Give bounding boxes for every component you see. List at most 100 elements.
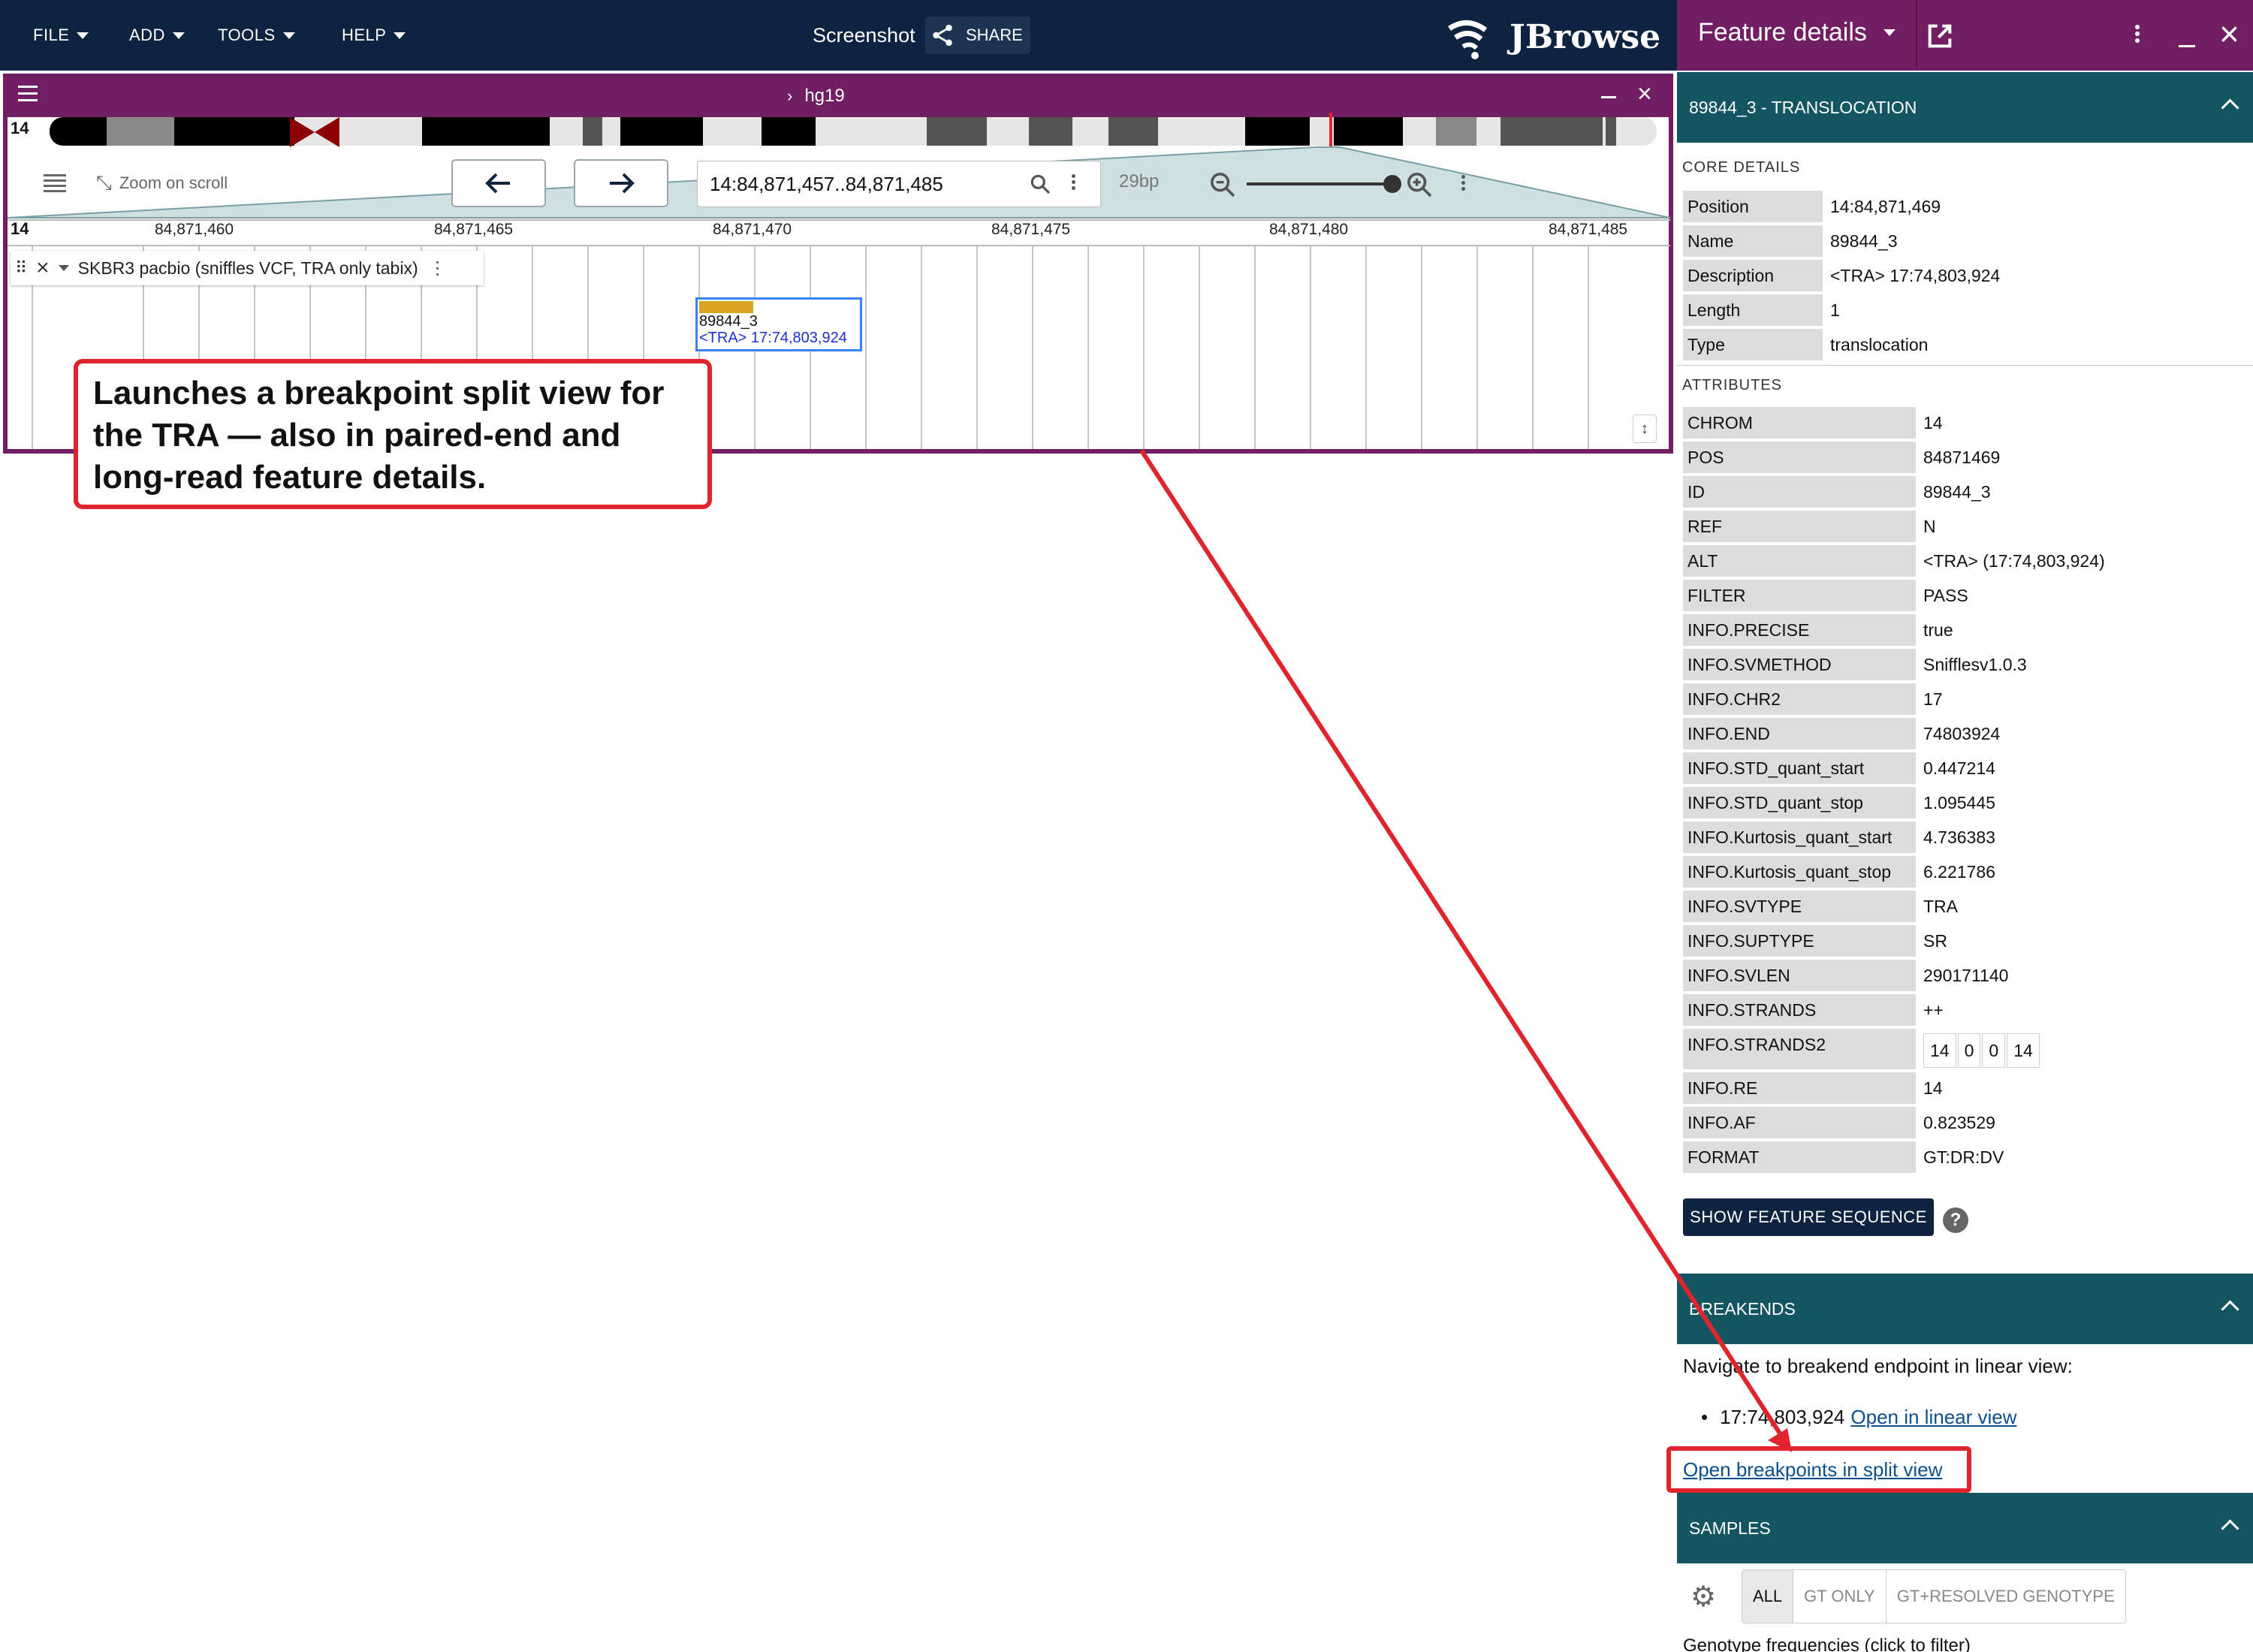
attribute-value: true bbox=[1923, 620, 1953, 640]
location-search-input[interactable]: 14:84,871,457..84,871,485 bbox=[697, 161, 1101, 207]
menu-help[interactable]: HELP bbox=[342, 0, 406, 71]
menu-file[interactable]: FILE bbox=[33, 0, 89, 71]
attribute-value: 0.447214 bbox=[1923, 758, 1995, 778]
close-track-icon[interactable]: × bbox=[36, 255, 50, 281]
zoom-on-scroll-toggle[interactable]: ⤡ Zoom on scroll bbox=[96, 171, 228, 195]
grid-line bbox=[1588, 246, 1589, 449]
bp-per-view: 29bp bbox=[1119, 171, 1160, 191]
attribute-key: ALT bbox=[1683, 545, 1916, 577]
grid-line bbox=[1532, 246, 1534, 449]
close-view-icon[interactable]: × bbox=[1637, 80, 1652, 109]
location-more-icon[interactable] bbox=[1072, 172, 1075, 192]
ideogram-chrom-label: 14 bbox=[11, 119, 29, 137]
ruler-tick: 84,871,480 bbox=[1269, 221, 1349, 238]
divider bbox=[1677, 365, 2253, 366]
jbrowse-logo-icon bbox=[1448, 20, 1488, 59]
drawer-more-icon[interactable] bbox=[2135, 23, 2140, 45]
chevron-down-icon[interactable] bbox=[58, 265, 69, 271]
attribute-value: N bbox=[1923, 516, 1936, 536]
search-icon[interactable] bbox=[1028, 172, 1052, 196]
zoom-in-icon[interactable] bbox=[1404, 170, 1434, 200]
breakends-section-header[interactable]: BREAKENDS bbox=[1677, 1274, 2253, 1344]
chevron-right-icon: › bbox=[787, 86, 793, 105]
settings-gear-icon[interactable]: ⚙ bbox=[1691, 1580, 1716, 1614]
jbrowse-logo: JBrowse bbox=[1445, 14, 1670, 62]
share-button[interactable]: SHARE bbox=[925, 17, 1030, 54]
minimize-view-icon[interactable] bbox=[1601, 96, 1616, 98]
ruler-chrom-label: 14 bbox=[11, 219, 29, 238]
attribute-value: ++ bbox=[1923, 999, 1944, 1020]
samples-section-header[interactable]: SAMPLES bbox=[1677, 1493, 2253, 1563]
menu-add[interactable]: ADD bbox=[129, 0, 185, 71]
attribute-key: FILTER bbox=[1683, 580, 1916, 611]
zoom-slider-thumb[interactable] bbox=[1383, 175, 1401, 193]
core-value: <TRA> 17:74,803,924 bbox=[1830, 265, 2001, 285]
attribute-key: FORMAT bbox=[1683, 1141, 1916, 1173]
attribute-value-cells: 14 0 0 14 bbox=[1919, 1032, 2041, 1069]
minimize-drawer-icon[interactable] bbox=[2179, 45, 2195, 47]
ruler-tick: 84,871,470 bbox=[713, 221, 792, 238]
help-icon[interactable]: ? bbox=[1943, 1207, 1968, 1233]
close-drawer-icon[interactable]: × bbox=[2219, 14, 2239, 54]
track-label[interactable]: ⠿ × SKBR3 pacbio (sniffles VCF, TRA only… bbox=[11, 251, 484, 285]
drawer-header: Feature details × bbox=[1677, 0, 2253, 71]
open-in-new-icon[interactable] bbox=[1925, 21, 1955, 51]
assembly-selector[interactable]: › hg19 bbox=[787, 86, 845, 107]
genotype-frequencies-text: Genotype frequencies (click to filter) bbox=[1683, 1635, 1971, 1652]
attribute-key: ID bbox=[1683, 476, 1916, 508]
view-menu-icon[interactable] bbox=[18, 86, 38, 101]
attribute-value: 14 bbox=[1923, 412, 1943, 433]
attribute-key: INFO.STD_quant_stop bbox=[1683, 787, 1916, 818]
zoom-out-icon[interactable] bbox=[1208, 170, 1238, 200]
attribute-value: 84871469 bbox=[1923, 447, 2001, 467]
pan-left-button[interactable] bbox=[451, 159, 546, 207]
attribute-key: INFO.PRECISE bbox=[1683, 614, 1916, 646]
grid-line bbox=[1199, 246, 1200, 449]
chevron-up-icon bbox=[2221, 1518, 2239, 1538]
filter-tab-gt-resolved[interactable]: GT+RESOLVED GENOTYPE bbox=[1887, 1570, 2125, 1623]
drag-handle-icon[interactable]: ⠿ bbox=[15, 258, 27, 278]
chevron-up-icon bbox=[2221, 98, 2239, 117]
feature-section-header[interactable]: 89844_3 - TRANSLOCATION bbox=[1677, 72, 2253, 143]
attribute-value: 17 bbox=[1923, 689, 1943, 709]
attribute-key: INFO.END bbox=[1683, 718, 1916, 749]
feature-details-drawer: Feature details × 89844_3 - TRANSLOCATIO… bbox=[1677, 0, 2253, 1652]
track-selector-icon[interactable] bbox=[44, 171, 71, 195]
open-in-linear-view-link[interactable]: Open in linear view bbox=[1850, 1406, 2016, 1429]
ruler-tick: 84,871,465 bbox=[434, 221, 514, 238]
attribute-key: INFO.SVMETHOD bbox=[1683, 649, 1916, 680]
attribute-value: 4.736383 bbox=[1923, 827, 1995, 847]
menu-tools[interactable]: TOOLS bbox=[218, 0, 295, 71]
session-name[interactable]: Screenshot bbox=[813, 0, 915, 71]
attribute-key: INFO.STRANDS bbox=[1683, 994, 1916, 1026]
attribute-value-cell: 14 bbox=[1923, 1033, 1956, 1068]
resize-handle-icon[interactable]: ↕ bbox=[1633, 415, 1657, 443]
filter-tab-gt-only[interactable]: GT ONLY bbox=[1793, 1570, 1887, 1623]
filter-tab-all[interactable]: ALL bbox=[1742, 1570, 1794, 1623]
breakend-list-item: • 17:74,803,924 Open in linear view bbox=[1701, 1406, 2017, 1429]
chevron-up-icon bbox=[2221, 1299, 2239, 1319]
zoom-slider[interactable] bbox=[1247, 182, 1394, 185]
ruler-tick: 84,871,475 bbox=[991, 221, 1071, 238]
attribute-key: INFO.SVLEN bbox=[1683, 960, 1916, 991]
track-menu-icon[interactable]: ⋮ bbox=[429, 258, 447, 279]
core-value: 1 bbox=[1830, 300, 1840, 320]
core-key: Name bbox=[1683, 225, 1823, 257]
attribute-key: POS bbox=[1683, 442, 1916, 473]
attributes-label: ATTRIBUTES bbox=[1682, 377, 1782, 393]
view-more-icon[interactable] bbox=[1461, 173, 1465, 193]
show-feature-sequence-button[interactable]: SHOW FEATURE SEQUENCE bbox=[1683, 1198, 1934, 1236]
attribute-value: 1.095445 bbox=[1923, 792, 1995, 812]
attribute-value: Snifflesv1.0.3 bbox=[1923, 654, 2027, 674]
pan-right-button[interactable] bbox=[574, 159, 668, 207]
feature-glyph[interactable]: 89844_3 <TRA> 17:74,803,924 bbox=[695, 297, 862, 351]
drawer-widget-selector[interactable]: Feature details bbox=[1698, 18, 1896, 47]
attribute-key: REF bbox=[1683, 511, 1916, 542]
ideogram-position-marker bbox=[1329, 113, 1332, 147]
attribute-value: 0.823529 bbox=[1923, 1112, 1995, 1132]
compress-icon: ⤡ bbox=[96, 171, 112, 194]
attribute-key: INFO.AF bbox=[1683, 1107, 1916, 1138]
grid-line bbox=[1310, 246, 1311, 449]
attribute-value: <TRA> (17:74,803,924) bbox=[1923, 550, 2105, 571]
view-header: › hg19 × bbox=[3, 74, 1673, 117]
